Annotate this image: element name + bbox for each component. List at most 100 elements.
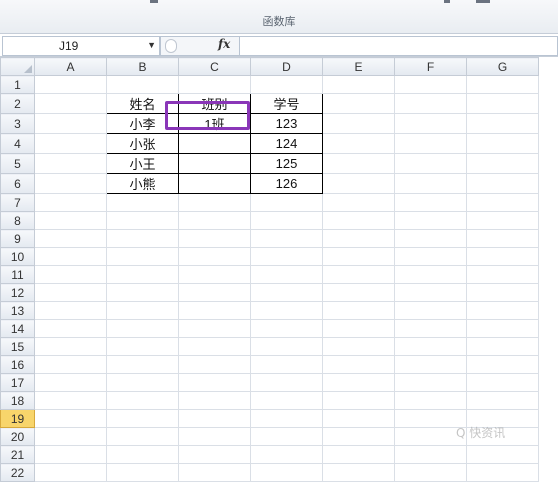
- row-header[interactable]: 20: [0, 427, 35, 446]
- chevron-down-icon[interactable]: ▼: [147, 40, 156, 50]
- row-header[interactable]: 16: [0, 355, 35, 374]
- cell[interactable]: [106, 427, 179, 446]
- cell[interactable]: [106, 319, 179, 338]
- cell[interactable]: [178, 193, 251, 212]
- cell[interactable]: [106, 247, 179, 266]
- cell[interactable]: [34, 283, 107, 302]
- cell[interactable]: 小李: [106, 113, 179, 134]
- cell[interactable]: [466, 445, 539, 464]
- cell[interactable]: [322, 247, 395, 266]
- cell[interactable]: [466, 173, 539, 194]
- row-header[interactable]: 7: [0, 193, 35, 212]
- cell[interactable]: [178, 247, 251, 266]
- cell[interactable]: [250, 247, 323, 266]
- cell[interactable]: [322, 193, 395, 212]
- cell[interactable]: [34, 211, 107, 230]
- cell[interactable]: [178, 337, 251, 356]
- cell[interactable]: [250, 391, 323, 410]
- row-header[interactable]: 18: [0, 391, 35, 410]
- column-header[interactable]: D: [250, 57, 323, 76]
- row-header[interactable]: 11: [0, 265, 35, 284]
- cell[interactable]: [106, 265, 179, 284]
- row-header[interactable]: 9: [0, 229, 35, 248]
- ribbon-button-stub[interactable]: [476, 0, 490, 3]
- cell[interactable]: [466, 113, 539, 134]
- row-header[interactable]: 8: [0, 211, 35, 230]
- cell[interactable]: [34, 391, 107, 410]
- cell[interactable]: [322, 337, 395, 356]
- cell[interactable]: [34, 301, 107, 320]
- cell[interactable]: [394, 75, 467, 94]
- cell[interactable]: [250, 75, 323, 94]
- cell[interactable]: [466, 283, 539, 302]
- cell[interactable]: [466, 355, 539, 374]
- cell[interactable]: [34, 93, 107, 114]
- cell[interactable]: [178, 265, 251, 284]
- cell[interactable]: [322, 373, 395, 392]
- column-header[interactable]: E: [322, 57, 395, 76]
- cell[interactable]: [466, 133, 539, 154]
- cell[interactable]: [106, 409, 179, 428]
- insert-function-icon[interactable]: fx: [218, 37, 230, 51]
- cell[interactable]: [178, 211, 251, 230]
- column-header[interactable]: A: [34, 57, 107, 76]
- cell[interactable]: [178, 153, 251, 174]
- cell[interactable]: [106, 229, 179, 248]
- row-header[interactable]: 1: [0, 75, 35, 94]
- cell[interactable]: [322, 391, 395, 410]
- row-header[interactable]: 19: [0, 409, 35, 428]
- cell[interactable]: [466, 337, 539, 356]
- cell[interactable]: [34, 319, 107, 338]
- cell[interactable]: 小王: [106, 153, 179, 174]
- cell[interactable]: [178, 355, 251, 374]
- cell[interactable]: [178, 229, 251, 248]
- cell[interactable]: [34, 133, 107, 154]
- name-box[interactable]: J19 ▼: [2, 36, 160, 56]
- cell[interactable]: [34, 355, 107, 374]
- cell[interactable]: [178, 133, 251, 154]
- cell[interactable]: [178, 373, 251, 392]
- cell[interactable]: [394, 265, 467, 284]
- cell[interactable]: [34, 445, 107, 464]
- cell[interactable]: [34, 113, 107, 134]
- cell[interactable]: [322, 319, 395, 338]
- cell[interactable]: [394, 193, 467, 212]
- row-header[interactable]: 15: [0, 337, 35, 356]
- cell[interactable]: [466, 93, 539, 114]
- cell[interactable]: [250, 283, 323, 302]
- cell[interactable]: [394, 391, 467, 410]
- cell[interactable]: [34, 337, 107, 356]
- formula-input[interactable]: [239, 36, 558, 56]
- cell[interactable]: [34, 247, 107, 266]
- cell[interactable]: [34, 173, 107, 194]
- cell[interactable]: 124: [250, 133, 323, 154]
- row-header[interactable]: 6: [0, 173, 35, 194]
- row-header[interactable]: 13: [0, 301, 35, 320]
- cell[interactable]: [466, 193, 539, 212]
- cell[interactable]: [394, 301, 467, 320]
- resize-grip-icon[interactable]: [165, 39, 177, 53]
- cell[interactable]: [322, 93, 395, 114]
- cell[interactable]: [322, 133, 395, 154]
- cell[interactable]: [466, 247, 539, 266]
- cell[interactable]: [106, 445, 179, 464]
- cell[interactable]: [394, 229, 467, 248]
- cell[interactable]: [322, 445, 395, 464]
- row-header[interactable]: 21: [0, 445, 35, 464]
- cell[interactable]: [466, 319, 539, 338]
- cell[interactable]: 126: [250, 173, 323, 194]
- cell[interactable]: [250, 337, 323, 356]
- ribbon-button-stub[interactable]: [444, 0, 450, 3]
- cell[interactable]: [394, 355, 467, 374]
- row-header[interactable]: 17: [0, 373, 35, 392]
- cell[interactable]: [34, 409, 107, 428]
- cell[interactable]: [178, 173, 251, 194]
- cell[interactable]: [394, 133, 467, 154]
- cell[interactable]: [178, 283, 251, 302]
- cell[interactable]: [106, 355, 179, 374]
- cell[interactable]: [322, 427, 395, 446]
- cell[interactable]: [34, 153, 107, 174]
- cell[interactable]: [106, 337, 179, 356]
- cell[interactable]: [322, 153, 395, 174]
- row-header[interactable]: 4: [0, 133, 35, 154]
